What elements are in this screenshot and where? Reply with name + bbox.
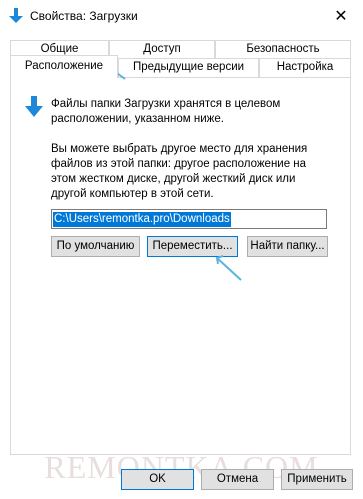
find-folder-button[interactable]: Найти папку... [247,236,328,257]
path-value: C:\Users\remontka.pro\Downloads [53,212,231,227]
close-icon: ✕ [334,6,348,25]
title-bar: Свойства: Загрузки ✕ [0,0,363,32]
tab-sharing[interactable]: Доступ [109,40,215,58]
location-info-text: Файлы папки Загрузки хранятся в целевом … [51,98,281,125]
tab-panel [10,77,351,455]
location-description: Вы можете выбрать другое место для хране… [51,143,308,200]
apply-button[interactable]: Применить [281,469,353,490]
tab-security[interactable]: Безопасность [215,40,351,58]
window-title: Свойства: Загрузки [30,9,138,23]
ok-button[interactable]: OK [121,469,194,490]
download-folder-icon [9,8,23,23]
tab-customize[interactable]: Настройка [259,58,351,77]
restore-default-button[interactable]: По умолчанию [51,236,140,257]
move-button[interactable]: Переместить... [147,236,238,257]
download-arrow-icon [25,96,43,117]
path-input[interactable]: C:\Users\remontka.pro\Downloads [51,209,327,229]
cancel-button[interactable]: Отмена [201,469,274,490]
tab-location[interactable]: Расположение [10,55,118,78]
tab-previous-versions[interactable]: Предыдущие версии [118,58,259,77]
tab-strip: Общие Доступ Безопасность Предыдущие вер… [10,40,351,78]
close-button[interactable]: ✕ [319,0,363,31]
